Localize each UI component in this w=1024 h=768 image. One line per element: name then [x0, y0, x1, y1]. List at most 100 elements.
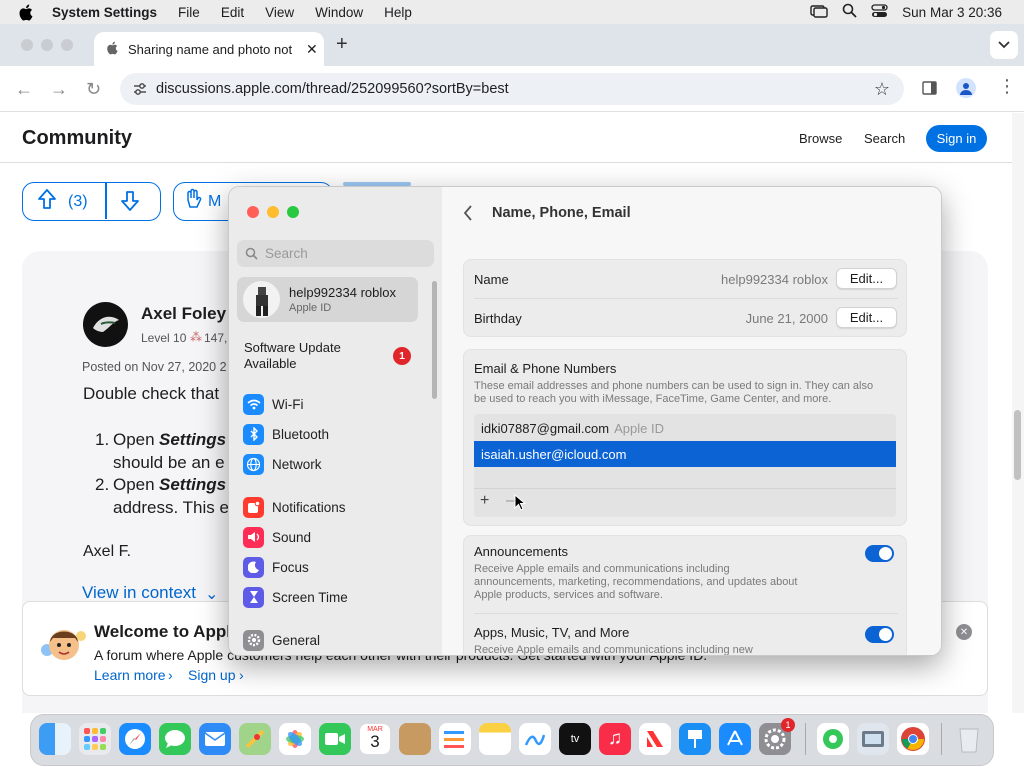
settings-search-input[interactable]: Search: [237, 240, 434, 267]
tab-search-chevron-icon[interactable]: [990, 31, 1018, 59]
url-text[interactable]: discussions.apple.com/thread/252099560?s…: [156, 81, 509, 97]
edit-name-button[interactable]: Edit...: [836, 268, 897, 289]
reload-icon[interactable]: ↻: [86, 79, 101, 100]
bookmark-star-icon[interactable]: ☆: [874, 79, 890, 100]
apps-music-tv-desc: Receive Apple emails and communications …: [474, 644, 753, 656]
forward-arrow-icon[interactable]: →: [50, 79, 68, 100]
apple-menu-icon[interactable]: [18, 4, 34, 21]
edit-birthday-button[interactable]: Edit...: [836, 307, 897, 328]
tab-close-icon[interactable]: ✕: [306, 41, 318, 58]
gear-icon: [243, 629, 264, 651]
post-signature: Axel F.: [83, 543, 132, 560]
site-settings-icon[interactable]: [132, 81, 148, 101]
window-close-button[interactable]: [21, 39, 33, 51]
email-row-icloud[interactable]: isaiah.usher@icloud.com: [474, 441, 896, 467]
browser-tab-strip: Sharing name and photo not ✕ +: [0, 24, 1024, 66]
calendar-icon[interactable]: MAR 3: [359, 723, 391, 755]
wifi-icon: [243, 393, 264, 415]
mail-icon[interactable]: [199, 723, 231, 755]
community-title[interactable]: Community: [22, 127, 132, 150]
finder-icon[interactable]: [39, 723, 71, 755]
hourglass-icon: [243, 586, 264, 608]
display-mirror-icon[interactable]: [810, 4, 828, 21]
sidebar-scrollbar[interactable]: [432, 281, 437, 399]
browse-link[interactable]: Browse: [799, 131, 842, 146]
music-icon[interactable]: ♫: [599, 723, 631, 755]
email-address: idki07887@gmail.com: [481, 420, 610, 436]
sidebar-item-focus[interactable]: Focus: [243, 555, 309, 579]
screenshot-app-icon[interactable]: [857, 723, 889, 755]
reminders-icon[interactable]: [439, 723, 471, 755]
view-in-context-link[interactable]: View in context: [82, 583, 196, 603]
settings-close-button[interactable]: [247, 206, 259, 218]
freeform-icon[interactable]: [519, 723, 551, 755]
menubar-clock[interactable]: Sun Mar 3 20:36: [902, 5, 1002, 20]
address-bar[interactable]: discussions.apple.com/thread/252099560?s…: [120, 73, 904, 105]
messages-icon[interactable]: [159, 723, 191, 755]
apple-tv-icon[interactable]: tv: [559, 723, 591, 755]
sign-up-link[interactable]: Sign up: [188, 667, 235, 683]
settings-sidebar: Search help992334 roblox Apple ID Softwa…: [229, 187, 442, 655]
menu-edit[interactable]: Edit: [221, 5, 244, 20]
sidebar-item-wifi[interactable]: Wi-Fi: [243, 392, 303, 416]
maps-icon[interactable]: [239, 723, 271, 755]
window-minimize-button[interactable]: [41, 39, 53, 51]
sidebar-item-screen-time[interactable]: Screen Time: [243, 585, 348, 609]
page-scrollbar-thumb[interactable]: [1014, 410, 1021, 480]
back-chevron-icon[interactable]: [463, 205, 473, 226]
upvote-arrow-icon[interactable]: [37, 188, 57, 215]
menu-app-name[interactable]: System Settings: [52, 5, 157, 20]
sidebar-item-general[interactable]: General: [243, 628, 320, 652]
settings-zoom-button[interactable]: [287, 206, 299, 218]
facetime-icon[interactable]: [319, 723, 351, 755]
apple-id-account-item[interactable]: help992334 roblox Apple ID: [237, 277, 418, 322]
sidebar-item-network[interactable]: Network: [243, 452, 322, 476]
sidebar-item-bluetooth[interactable]: Bluetooth: [243, 422, 329, 446]
software-update-item[interactable]: Software Update Available: [244, 340, 364, 372]
learn-more-link[interactable]: Learn more: [94, 667, 166, 683]
author-name[interactable]: Axel Foley: [141, 304, 226, 324]
menu-help[interactable]: Help: [384, 5, 412, 20]
spotlight-search-icon[interactable]: [842, 3, 857, 21]
safari-icon[interactable]: [119, 723, 151, 755]
sidebar-item-sound[interactable]: Sound: [243, 525, 311, 549]
menu-view[interactable]: View: [265, 5, 294, 20]
email-row-gmail[interactable]: idki07887@gmail.com Apple ID: [474, 416, 896, 440]
window-zoom-button[interactable]: [61, 39, 73, 51]
app-store-icon[interactable]: [719, 723, 751, 755]
back-arrow-icon[interactable]: ←: [15, 79, 33, 100]
sidebar-item-label: Network: [272, 456, 322, 472]
author-avatar[interactable]: [83, 302, 128, 347]
row-divider: [474, 298, 898, 299]
apps-music-tv-toggle[interactable]: [865, 626, 894, 643]
launchpad-icon[interactable]: [79, 723, 111, 755]
settings-minimize-button[interactable]: [267, 206, 279, 218]
profile-avatar-icon[interactable]: [956, 78, 976, 98]
browser-tab[interactable]: Sharing name and photo not ✕: [94, 32, 324, 66]
contacts-icon[interactable]: [399, 723, 431, 755]
menu-window[interactable]: Window: [315, 5, 363, 20]
browser-menu-icon[interactable]: ⋮: [998, 76, 1016, 97]
chrome-icon[interactable]: [897, 723, 929, 755]
downvote-arrow-icon[interactable]: [120, 190, 140, 217]
keynote-icon[interactable]: [679, 723, 711, 755]
vote-count: (3): [68, 192, 88, 210]
search-link[interactable]: Search: [864, 131, 905, 146]
dock: MAR 3 tv ♫ 1: [30, 714, 994, 766]
new-tab-icon[interactable]: +: [336, 33, 348, 56]
add-email-button[interactable]: +: [480, 492, 489, 510]
trash-icon[interactable]: [953, 723, 985, 755]
author-points: 147,: [204, 331, 228, 345]
menu-file[interactable]: File: [178, 5, 200, 20]
find-my-icon[interactable]: [817, 723, 849, 755]
name-label: Name: [474, 272, 509, 287]
announcements-toggle[interactable]: [865, 545, 894, 562]
photos-icon[interactable]: [279, 723, 311, 755]
news-icon[interactable]: [639, 723, 671, 755]
sidebar-item-notifications[interactable]: Notifications: [243, 495, 346, 519]
control-center-icon[interactable]: [871, 3, 888, 21]
side-panel-icon[interactable]: [922, 80, 938, 101]
notes-icon[interactable]: [479, 723, 511, 755]
banner-close-icon[interactable]: ✕: [956, 624, 972, 640]
sign-in-button[interactable]: Sign in: [926, 125, 987, 152]
